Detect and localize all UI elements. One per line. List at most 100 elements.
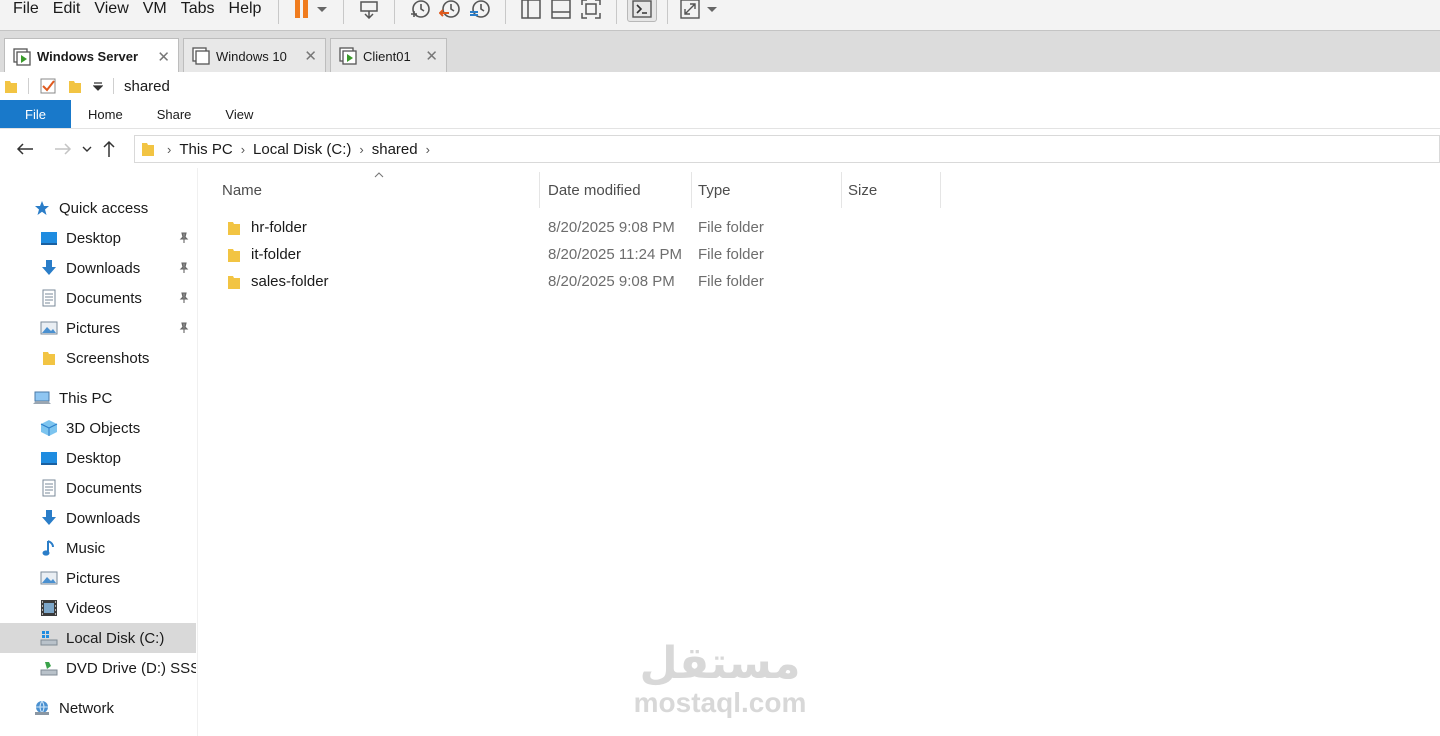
sidebar-item-screenshots[interactable]: Screenshots	[0, 343, 196, 373]
sidebar-item-label: Pictures	[66, 569, 121, 587]
file-row-hr-folder[interactable]: hr-folder 8/20/2025 9:08 PM File folder	[218, 214, 778, 241]
menu-view[interactable]: View	[87, 1, 135, 17]
sidebar-item-label: Documents	[66, 479, 142, 497]
sidebar-item-videos[interactable]: Videos	[0, 593, 196, 623]
sidebar-item-label: Desktop	[66, 449, 122, 467]
sidebar-item-quick-access[interactable]: Quick access	[0, 193, 196, 223]
column-header-type[interactable]: Type	[692, 172, 842, 208]
customize-qat-dropdown-icon[interactable]	[93, 81, 103, 91]
show-thumbnail-bar-button[interactable]	[546, 0, 576, 22]
take-snapshot-button[interactable]	[405, 0, 435, 22]
sidebar-item-dvd-drive[interactable]: DVD Drive (D:) SSS_	[0, 653, 196, 683]
pause-button[interactable]	[289, 0, 333, 22]
show-library-button[interactable]	[516, 0, 546, 22]
pin-icon[interactable]	[178, 291, 190, 308]
file-name-text: sales-folder	[251, 273, 329, 290]
breadcrumb-local-disk[interactable]: Local Disk (C:)	[249, 141, 355, 158]
address-bar[interactable]: › This PC › Local Disk (C:) › shared ›	[134, 135, 1440, 163]
new-folder-icon[interactable]	[67, 78, 83, 94]
downloads-icon	[40, 509, 58, 527]
breadcrumb-shared[interactable]: shared	[368, 141, 422, 158]
pin-icon[interactable]	[178, 261, 190, 278]
sidebar-item-pictures-pc[interactable]: Pictures	[0, 563, 196, 593]
ribbon-file-tab[interactable]: File	[0, 100, 71, 128]
menu-tabs[interactable]: Tabs	[174, 1, 222, 17]
keyboard-icon	[360, 1, 379, 19]
sidebar-item-label: This PC	[59, 389, 113, 407]
back-button[interactable]	[10, 134, 40, 164]
sidebar-item-label: Videos	[66, 599, 112, 617]
tab-label: Client01	[363, 48, 411, 64]
column-header-name[interactable]: Name	[216, 172, 540, 208]
computer-icon	[33, 389, 51, 407]
file-row-it-folder[interactable]: it-folder 8/20/2025 11:24 PM File folder	[218, 241, 778, 268]
snapshot-manager-button[interactable]	[465, 0, 495, 22]
sidebar-item-network[interactable]: Network	[0, 693, 196, 723]
watermark-latin: mostaql.com	[633, 687, 807, 718]
ribbon-tab-home[interactable]: Home	[71, 100, 140, 128]
sidebar-item-downloads[interactable]: Downloads	[0, 253, 196, 283]
toolbar-separator	[667, 0, 669, 24]
desktop-icon	[40, 229, 58, 247]
sidebar-item-local-disk[interactable]: Local Disk (C:)	[0, 623, 196, 653]
ribbon-tabs: File Home Share View	[0, 100, 1440, 129]
sidebar-item-label: Screenshots	[66, 349, 150, 367]
ribbon-tab-view[interactable]: View	[208, 100, 270, 128]
ribbon-tab-share[interactable]: Share	[140, 100, 209, 128]
tab-client01[interactable]: Client01 ✕	[330, 38, 447, 73]
close-icon[interactable]: ✕	[415, 47, 438, 65]
pin-icon[interactable]	[178, 321, 190, 338]
chevron-right-icon[interactable]: ›	[237, 142, 249, 157]
column-header-date-modified[interactable]: Date modified	[542, 172, 692, 208]
breadcrumb-this-pc[interactable]: This PC	[175, 141, 236, 158]
menu-vm[interactable]: VM	[136, 1, 174, 17]
properties-icon[interactable]	[39, 77, 57, 95]
revert-snapshot-button[interactable]	[435, 0, 465, 22]
tab-windows-10[interactable]: Windows 10 ✕	[183, 38, 326, 73]
menu-edit[interactable]: Edit	[46, 1, 88, 17]
up-button[interactable]	[96, 134, 122, 164]
sidebar-item-music[interactable]: Music	[0, 533, 196, 563]
forward-button[interactable]	[48, 134, 78, 164]
up-arrow-icon	[103, 140, 115, 157]
sidebar-item-documents[interactable]: Documents	[0, 283, 196, 313]
sidebar-item-3d-objects[interactable]: 3D Objects	[0, 413, 196, 443]
sidebar-item-this-pc[interactable]: This PC	[0, 383, 196, 413]
chevron-right-icon[interactable]: ›	[163, 142, 175, 157]
toolbar-separator	[394, 0, 396, 24]
folder-icon	[141, 141, 155, 157]
fullscreen-icon	[581, 0, 602, 19]
column-header-size[interactable]: Size	[842, 172, 941, 208]
sidebar-item-desktop[interactable]: Desktop	[0, 223, 196, 253]
qat-separator	[113, 78, 114, 94]
tab-windows-server[interactable]: Windows Server ✕	[4, 38, 179, 74]
chevron-right-icon[interactable]: ›	[422, 142, 434, 157]
close-icon[interactable]: ✕	[294, 47, 317, 65]
menu-help[interactable]: Help	[222, 1, 269, 17]
vmware-menubar: File Edit View VM Tabs Help	[0, 0, 1440, 30]
recent-locations-button[interactable]	[78, 134, 96, 164]
navigation-bar: › This PC › Local Disk (C:) › shared ›	[0, 130, 1440, 168]
vm-powered-off-icon	[192, 47, 210, 65]
console-view-button[interactable]	[627, 0, 658, 22]
file-date-modified: 8/20/2025 9:08 PM	[548, 219, 675, 236]
sidebar-item-desktop-pc[interactable]: Desktop	[0, 443, 196, 473]
file-date-modified: 8/20/2025 9:08 PM	[548, 273, 675, 290]
chevron-down-icon	[82, 146, 92, 152]
sidebar-item-label: Pictures	[66, 319, 121, 337]
sidebar-item-pictures[interactable]: Pictures	[0, 313, 196, 343]
stretch-guest-button[interactable]	[678, 0, 722, 22]
close-icon[interactable]: ✕	[147, 48, 170, 66]
music-icon	[40, 539, 58, 557]
send-ctrl-alt-del-button[interactable]	[354, 0, 384, 22]
sidebar-item-downloads-pc[interactable]: Downloads	[0, 503, 196, 533]
sidebar-item-documents-pc[interactable]: Documents	[0, 473, 196, 503]
full-screen-button[interactable]	[576, 0, 606, 22]
star-icon	[33, 199, 51, 217]
chevron-right-icon[interactable]: ›	[355, 142, 367, 157]
file-date-modified: 8/20/2025 11:24 PM	[548, 246, 682, 263]
menu-file[interactable]: File	[0, 1, 46, 17]
sidebar-item-label: Network	[59, 699, 115, 717]
file-row-sales-folder[interactable]: sales-folder 8/20/2025 9:08 PM File fold…	[218, 268, 778, 295]
pin-icon[interactable]	[178, 231, 190, 248]
